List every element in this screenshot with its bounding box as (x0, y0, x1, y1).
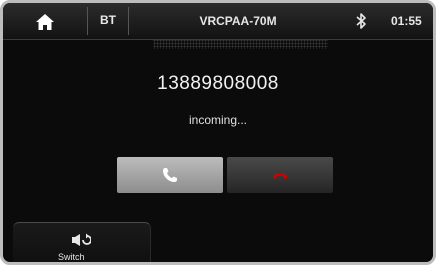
bluetooth-icon (356, 13, 366, 29)
switch-button[interactable]: Switch (13, 222, 151, 262)
device-name: VRCPAA-70M (199, 14, 277, 28)
phone-hangup-icon (273, 173, 287, 179)
divider (87, 7, 88, 35)
phone-answer-icon (163, 168, 177, 182)
clock: 01:55 (391, 14, 422, 28)
source-label: BT (100, 13, 116, 27)
switch-audio-icon (72, 233, 91, 246)
decorative-pattern (153, 39, 328, 49)
answer-button[interactable] (117, 157, 223, 193)
call-status: incoming... (188, 113, 248, 127)
top-bar: BT VRCPAA-70M 01:55 (3, 3, 433, 40)
caller-number: 13889808008 (157, 73, 279, 94)
switch-label: Switch (58, 252, 85, 262)
divider (128, 7, 129, 35)
reject-button[interactable] (227, 157, 333, 193)
bt-call-screen: BT VRCPAA-70M 01:55 13889808008 incoming… (0, 0, 436, 265)
home-button[interactable] (17, 9, 73, 35)
home-icon (36, 14, 54, 30)
